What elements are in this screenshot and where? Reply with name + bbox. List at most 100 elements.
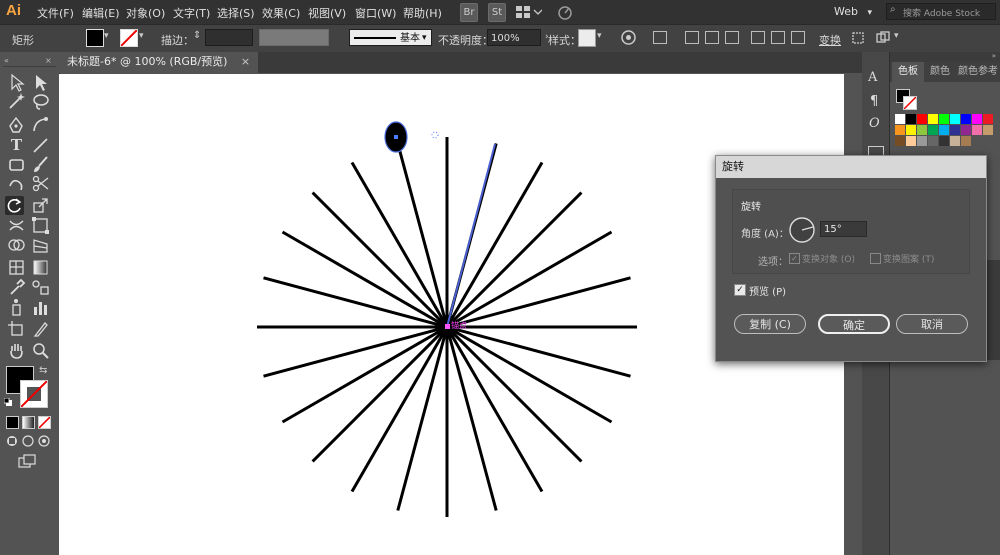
transform-patterns-checkbox[interactable] [870, 253, 881, 264]
collapse-panel-icon[interactable]: » [992, 52, 996, 60]
close-panel-icon[interactable]: × [45, 56, 52, 65]
graphic-style-swatch[interactable] [578, 29, 596, 47]
color-swatch[interactable] [983, 125, 993, 135]
transform-link[interactable]: 变换 [819, 32, 841, 48]
brush-definition-select[interactable]: 基本 ▾ [349, 29, 432, 46]
menu-effect[interactable]: 效果(C) [262, 5, 300, 21]
tab-color[interactable]: 颜色 [930, 62, 950, 82]
color-swatch[interactable] [895, 125, 905, 135]
shaper-tool-icon[interactable] [7, 174, 26, 193]
pen-tool-icon[interactable] [7, 116, 26, 135]
align-top-icon[interactable] [751, 31, 765, 44]
zoom-tool-icon[interactable] [31, 341, 50, 360]
chevron-down-icon[interactable]: ▾ [139, 31, 144, 41]
color-swatch[interactable] [917, 114, 927, 124]
paintbrush-tool-icon[interactable] [31, 155, 50, 174]
tab-color-guide[interactable]: 颜色参考 [958, 62, 998, 82]
gradient-mode-icon[interactable] [22, 416, 35, 429]
arrange-documents-icon[interactable] [516, 5, 543, 19]
width-tool-icon[interactable] [7, 216, 26, 235]
paragraph-panel-icon[interactable]: ¶ [870, 94, 878, 109]
color-swatch[interactable] [906, 114, 916, 124]
character-panel-icon[interactable]: A [868, 70, 877, 85]
color-swatch[interactable] [972, 114, 982, 124]
color-swatch[interactable] [895, 114, 905, 124]
stroke-weight-field[interactable] [205, 29, 253, 46]
hand-tool-icon[interactable] [7, 341, 26, 360]
angle-input[interactable]: 15° [820, 221, 867, 237]
color-mode-icon[interactable] [6, 416, 19, 429]
cancel-button[interactable]: 取消 [896, 314, 968, 334]
scissors-tool-icon[interactable] [31, 174, 50, 193]
gradient-tool-icon[interactable] [31, 258, 50, 277]
color-swatch[interactable] [950, 114, 960, 124]
color-swatch[interactable] [928, 136, 938, 146]
shape-builder-tool-icon[interactable] [7, 236, 26, 255]
color-swatch[interactable] [917, 136, 927, 146]
recolor-artwork-icon[interactable] [621, 30, 636, 45]
align-middle-icon[interactable] [771, 31, 785, 44]
direct-selection-tool-icon[interactable] [31, 73, 50, 92]
menu-view[interactable]: 视图(V) [308, 5, 346, 21]
menu-file[interactable]: 文件(F) [37, 5, 74, 21]
align-left-icon[interactable] [685, 31, 699, 44]
tab-swatches[interactable]: 色板 [892, 62, 924, 82]
color-swatch[interactable] [961, 125, 971, 135]
opacity-field[interactable]: 100% [487, 29, 541, 46]
blend-tool-icon[interactable] [31, 278, 50, 297]
color-swatch[interactable] [928, 114, 938, 124]
dialog-title-bar[interactable]: 旋转 [716, 156, 986, 178]
align-center-icon[interactable] [705, 31, 719, 44]
lasso-tool-icon[interactable] [31, 92, 50, 111]
swap-fill-stroke-icon[interactable]: ⇆ [39, 365, 47, 376]
scale-tool-icon[interactable] [31, 196, 50, 215]
color-swatch[interactable] [928, 125, 938, 135]
isolate-object-icon[interactable] [851, 31, 865, 45]
angle-dial[interactable] [788, 216, 816, 244]
align-right-icon[interactable] [725, 31, 739, 44]
bridge-button[interactable]: Br [460, 3, 478, 22]
stroke-weight-stepper[interactable]: ⇕ [193, 30, 201, 41]
menu-object[interactable]: 对象(O) [126, 5, 165, 21]
close-icon[interactable]: × [241, 55, 250, 68]
selection-tool-icon[interactable] [7, 73, 26, 92]
align-to-icon[interactable] [653, 31, 667, 44]
draw-behind-icon[interactable] [22, 435, 34, 447]
swatch-stroke-indicator[interactable] [903, 96, 917, 110]
fill-swatch[interactable] [86, 29, 104, 47]
select-similar-icon[interactable] [876, 31, 890, 45]
free-transform-tool-icon[interactable] [31, 216, 50, 235]
mesh-tool-icon[interactable] [7, 258, 26, 277]
menu-select[interactable]: 选择(S) [217, 5, 255, 21]
color-swatch[interactable] [906, 136, 916, 146]
rotate-tool-icon[interactable] [5, 196, 24, 215]
align-bottom-icon[interactable] [791, 31, 805, 44]
preview-checkbox[interactable]: ✓ [734, 284, 746, 296]
color-swatch[interactable] [972, 125, 982, 135]
draw-normal-icon[interactable] [6, 435, 18, 447]
color-swatch[interactable] [961, 136, 971, 146]
gpu-performance-icon[interactable] [557, 4, 573, 20]
stock-button[interactable]: St [488, 3, 506, 22]
rectangle-tool-icon[interactable] [7, 155, 26, 174]
stroke-swatch[interactable] [120, 29, 138, 47]
chevron-down-icon[interactable]: ▾ [894, 31, 899, 41]
stock-search-field[interactable]: ⌕ 搜索 Adobe Stock [886, 3, 996, 20]
type-tool-icon[interactable]: T [7, 136, 26, 155]
color-swatch[interactable] [950, 136, 960, 146]
color-swatch[interactable] [939, 114, 949, 124]
panel-scrollbar[interactable] [987, 260, 1000, 360]
color-swatch[interactable] [983, 114, 993, 124]
document-tab[interactable]: 未标题-6* @ 100% (RGB/预览) × [59, 52, 259, 73]
artboard-tool-icon[interactable] [7, 320, 26, 339]
color-swatch[interactable] [939, 136, 949, 146]
color-swatch[interactable] [939, 125, 949, 135]
workspace-switcher[interactable]: Web ▾ [822, 4, 878, 20]
menu-edit[interactable]: 编辑(E) [82, 5, 120, 21]
stroke-color-box[interactable] [20, 380, 48, 408]
color-swatch[interactable] [917, 125, 927, 135]
opentype-panel-icon[interactable]: O [869, 116, 880, 131]
collapse-panel-icon[interactable]: « [4, 56, 9, 65]
chevron-down-icon[interactable]: ▾ [104, 31, 109, 41]
transform-objects-checkbox[interactable]: ✓ [789, 253, 800, 264]
